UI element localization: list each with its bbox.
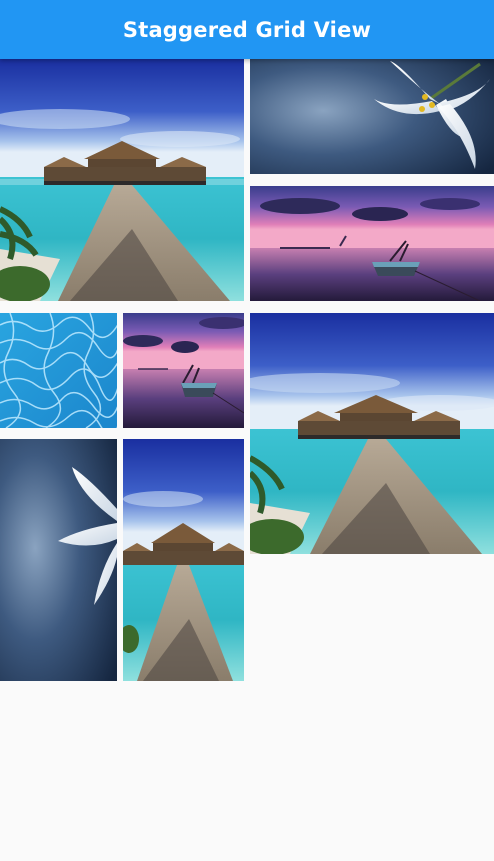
grid-tile[interactable] (250, 186, 494, 301)
staggered-grid[interactable] (0, 59, 494, 861)
grid-tile[interactable] (123, 313, 244, 428)
grid-tile[interactable] (250, 313, 494, 554)
pool-water-texture-image (0, 313, 117, 428)
app-bar: Staggered Grid View (0, 0, 494, 59)
grid-tile[interactable] (0, 313, 117, 428)
sunset-boat-lake-image (250, 186, 494, 301)
beach-pier-image (123, 439, 244, 681)
beach-pier-image (0, 59, 244, 301)
beach-pier-image (250, 313, 494, 554)
grid-tile[interactable] (0, 59, 244, 301)
sunset-boat-lake-image (123, 313, 244, 428)
white-lily-flower-image (250, 59, 494, 174)
grid-tile[interactable] (123, 439, 244, 681)
grid-tile[interactable] (250, 59, 494, 174)
grid-tile[interactable] (0, 439, 117, 681)
page-title: Staggered Grid View (122, 17, 372, 42)
white-lily-flower-image (0, 439, 117, 681)
